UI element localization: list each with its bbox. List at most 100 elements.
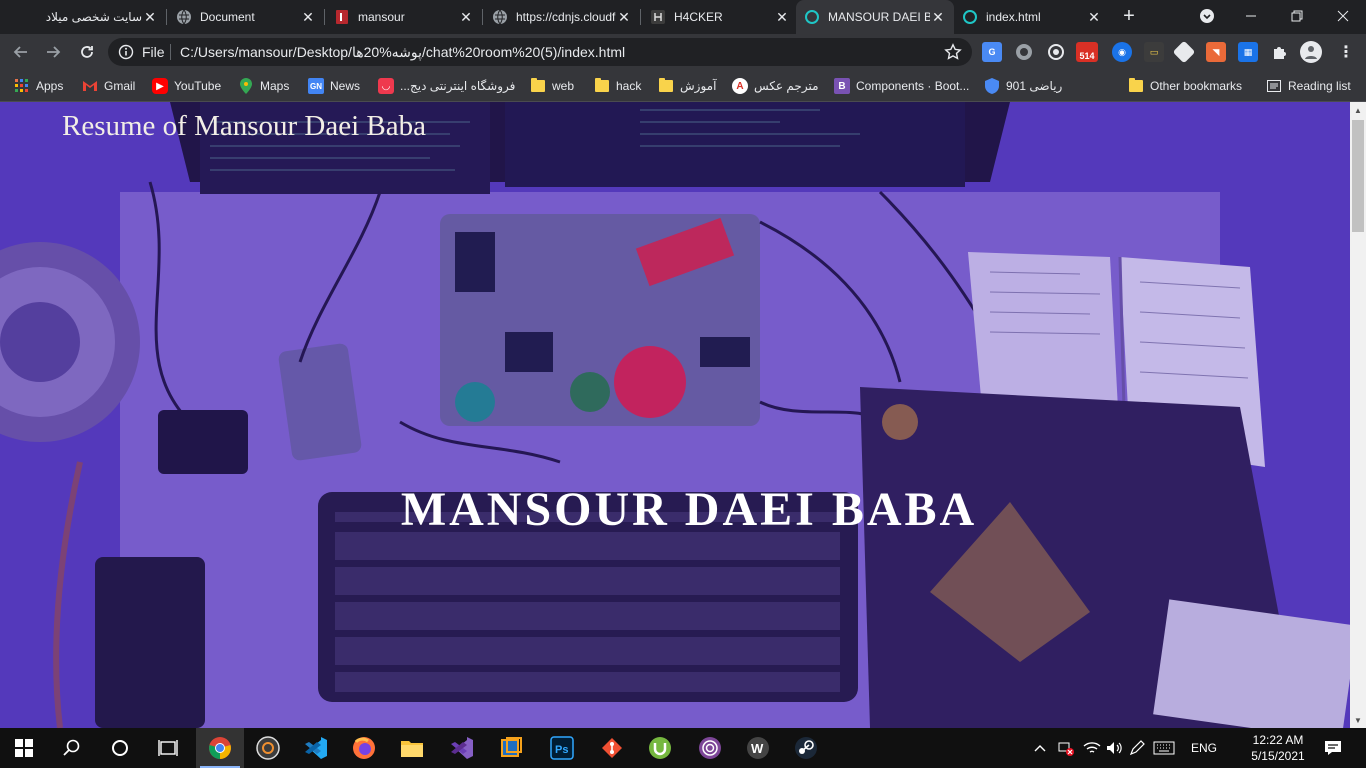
bookmark-math-901[interactable]: ریاضی 901 (984, 76, 1062, 96)
restore-button[interactable] (1274, 0, 1320, 32)
tab-document[interactable]: Document ✕ (168, 0, 324, 34)
close-icon[interactable]: ✕ (930, 9, 946, 25)
volume-icon[interactable] (1102, 728, 1126, 768)
minimize-button[interactable] (1228, 0, 1274, 32)
tab-h4cker[interactable]: H4CKER ✕ (642, 0, 798, 34)
taskbar-steam[interactable] (782, 728, 830, 768)
bookmark-folder-amoozesh[interactable]: آموزش (658, 76, 716, 96)
info-icon[interactable] (118, 44, 134, 65)
bookmark-label: ریاضی 901 (1006, 79, 1063, 93)
bookmark-apps[interactable]: Apps (14, 76, 63, 96)
bookmark-label: News (330, 79, 361, 93)
bookmark-folder-hack[interactable]: hack (594, 76, 641, 96)
back-button[interactable] (8, 39, 34, 65)
page-scrollbar[interactable]: ▲ ▼ (1350, 102, 1366, 728)
grid-extension-icon[interactable]: ▦ (1238, 42, 1258, 62)
svg-text:W: W (751, 741, 764, 756)
network-error-icon[interactable] (1054, 728, 1078, 768)
taskbar-clock[interactable]: 12:22 AM 5/15/2021 (1248, 732, 1308, 764)
start-button[interactable] (0, 728, 48, 768)
taskbar-tor[interactable] (686, 728, 734, 768)
close-icon[interactable]: ✕ (616, 9, 632, 25)
record-extension-icon[interactable] (1014, 42, 1034, 62)
eye-extension-icon[interactable]: ◉ (1112, 42, 1132, 62)
cortana-button[interactable] (96, 728, 144, 768)
taskbar-git[interactable] (588, 728, 636, 768)
wifi-icon[interactable] (1080, 728, 1104, 768)
taskbar-firefox[interactable] (340, 728, 388, 768)
tab-index-html[interactable]: index.html ✕ (954, 0, 1110, 34)
close-icon (1337, 10, 1349, 22)
gmail-notifier-extension-icon[interactable]: 514 (1076, 42, 1098, 62)
tab-mansour[interactable]: mansour ✕ (326, 0, 482, 34)
taskbar-file-explorer[interactable] (388, 728, 436, 768)
visual-studio-icon (451, 737, 473, 759)
pen-icon[interactable] (1126, 728, 1148, 768)
color-picker-extension-icon[interactable] (1046, 42, 1066, 62)
close-icon[interactable]: ✕ (774, 9, 790, 25)
bookmark-image-translator[interactable]: A مترجم عکس (732, 76, 819, 96)
bookmark-label: مترجم عکس (754, 79, 819, 93)
bootstrap-icon: B (834, 78, 850, 94)
tab-strip: سایت شخصی میلاد ✕ Document ✕ mansour ✕ h… (0, 0, 1366, 34)
folder-icon (530, 78, 546, 94)
shield-icon (984, 78, 1000, 94)
new-tab-button[interactable]: + (1118, 5, 1140, 27)
bookmark-folder-web[interactable]: web (530, 76, 574, 96)
url-text[interactable]: C:/Users/mansour/Desktop/پوشه%20ها/chat%… (180, 44, 625, 61)
profile-avatar[interactable] (1300, 41, 1322, 63)
close-icon[interactable]: ✕ (1086, 9, 1102, 25)
diamond-extension-icon[interactable] (1172, 40, 1196, 64)
chrome-menu-icon[interactable]: ⋮ (1336, 42, 1356, 62)
task-view-button[interactable] (144, 728, 192, 768)
vscode-icon (305, 737, 327, 759)
tab-search-button[interactable] (1184, 0, 1230, 32)
scroll-down-arrow-icon[interactable]: ▼ (1350, 712, 1366, 728)
bookmark-maps[interactable]: Maps (238, 76, 289, 96)
blank-icon (8, 9, 24, 25)
close-icon[interactable]: ✕ (458, 9, 474, 25)
taskbar-utorrent[interactable] (636, 728, 684, 768)
taskbar-virtualbox[interactable] (488, 728, 536, 768)
taskbar-chrome[interactable] (196, 728, 244, 768)
bookmark-news[interactable]: GN News (308, 76, 360, 96)
bookmark-bootstrap[interactable]: B Components · Boot... (834, 76, 969, 96)
action-center-icon[interactable] (1318, 728, 1348, 768)
scroll-up-arrow-icon[interactable]: ▲ (1350, 102, 1366, 118)
reload-button[interactable] (74, 39, 100, 65)
taskbar-media-player[interactable] (244, 728, 292, 768)
address-bar[interactable]: File C:/Users/mansour/Desktop/پوشه%20ها/… (108, 38, 972, 66)
close-icon[interactable]: ✕ (300, 9, 316, 25)
bookmark-star-icon[interactable] (944, 43, 962, 66)
tray-overflow-chevron-icon[interactable] (1030, 728, 1050, 768)
tab-mansour-daei-baba-active[interactable]: MANSOUR DAEI BABA ✕ (796, 0, 954, 34)
folder-extension-icon[interactable]: ▭ (1144, 42, 1164, 62)
bookmark-other-bookmarks[interactable]: Other bookmarks (1128, 76, 1242, 96)
search-button[interactable] (48, 728, 96, 768)
keyboard-icon[interactable] (1152, 728, 1176, 768)
hacker-icon (650, 9, 666, 25)
tab-cdnjs[interactable]: https://cdnjs.cloudflare.com ✕ (484, 0, 640, 34)
taskbar-vscode[interactable] (292, 728, 340, 768)
bookmark-gmail[interactable]: Gmail (82, 76, 135, 96)
scrollbar-thumb[interactable] (1352, 120, 1364, 232)
bookmark-reading-list[interactable]: Reading list (1266, 76, 1351, 96)
hero-name-heading: MANSOUR DAEI BABA (400, 483, 978, 536)
bookmark-digikala[interactable]: ◡ فروشگاه اینترنتی دیج... (378, 76, 515, 96)
rss-extension-icon[interactable]: ◥ (1206, 42, 1226, 62)
photoshop-icon: Ps (550, 736, 574, 760)
hero-background-image (0, 102, 1350, 728)
taskbar-visual-studio[interactable] (438, 728, 486, 768)
input-language-indicator[interactable]: ENG (1184, 728, 1224, 768)
taskbar-wamp[interactable]: W (734, 728, 782, 768)
google-translate-extension-icon[interactable]: G (982, 42, 1002, 62)
tab-milad[interactable]: سایت شخصی میلاد ✕ (0, 0, 166, 34)
bookmark-label: آموزش (680, 79, 717, 93)
bookmark-youtube[interactable]: ▶ YouTube (152, 76, 221, 96)
forward-button[interactable] (40, 39, 66, 65)
taskbar-photoshop[interactable]: Ps (538, 728, 586, 768)
arrow-right-icon (47, 46, 61, 58)
close-window-button[interactable] (1320, 0, 1366, 32)
close-icon[interactable]: ✕ (142, 9, 158, 25)
extensions-puzzle-icon[interactable] (1270, 42, 1290, 62)
